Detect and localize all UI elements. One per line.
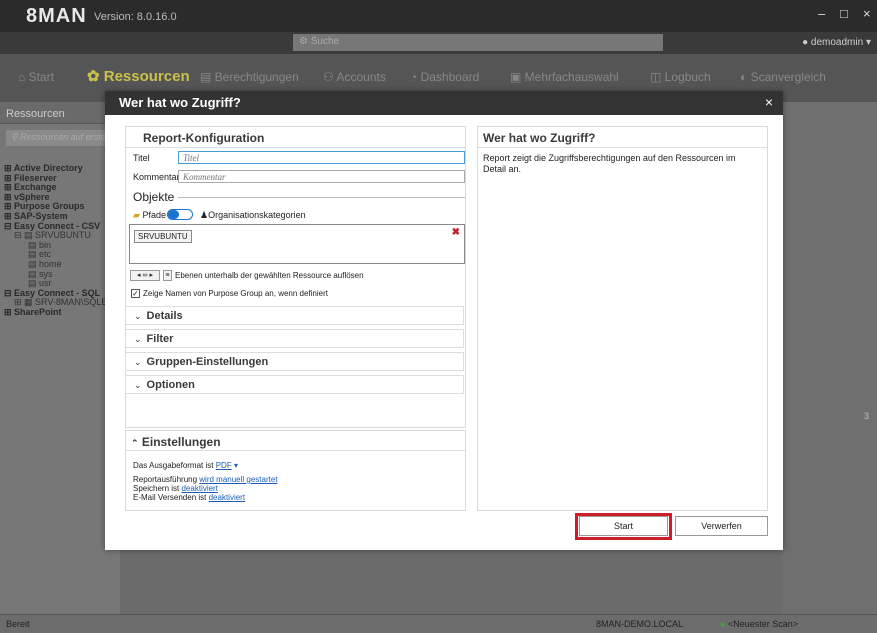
pfade-option[interactable]: ▰ Pfade bbox=[133, 210, 166, 221]
tree-item[interactable]: ⊞ vSphere bbox=[0, 193, 120, 203]
dialog-header: Wer hat wo Zugriff? × bbox=[105, 91, 783, 115]
format-link[interactable]: PDF bbox=[216, 461, 232, 470]
count-badge: 3 bbox=[863, 411, 869, 421]
minimize-icon[interactable]: – bbox=[818, 6, 825, 21]
divider bbox=[178, 197, 465, 198]
detail-pane: 3 bbox=[782, 102, 877, 614]
dialog-title: Wer hat wo Zugriff? bbox=[119, 95, 241, 110]
tree-item[interactable]: ⊞ Exchange bbox=[0, 183, 120, 193]
format-line: Das Ausgabeformat ist PDF ▾ bbox=[133, 461, 238, 470]
tree-item[interactable]: ⊞ SAP-System bbox=[0, 212, 120, 222]
kommentar-input[interactable] bbox=[178, 170, 465, 183]
tree-item[interactable]: ▤ usr bbox=[0, 279, 120, 289]
people-icon: ♟ bbox=[200, 210, 209, 220]
tree-item[interactable]: ⊟ ▤ SRVUBUNTU bbox=[0, 231, 120, 241]
nav-dashboard[interactable]: ◔ Dashboard bbox=[410, 70, 479, 84]
nav-mehrfachauswahl[interactable]: ▣ Mehrfachauswahl bbox=[510, 70, 619, 84]
depth-label: Ebenen unterhalb der gewählten Ressource… bbox=[175, 271, 364, 280]
section-optionen[interactable]: ⌄ Optionen bbox=[125, 375, 464, 394]
tree-item[interactable]: ⊞ ▦ SRV-8MAN\SQLE bbox=[0, 298, 120, 308]
depth-stepper[interactable]: ◂ ∞ ▸ bbox=[130, 270, 160, 281]
depth-reset-button[interactable]: ≡ bbox=[163, 270, 172, 281]
status-scan[interactable]: ● <Neuester Scan> bbox=[720, 619, 798, 629]
maximize-icon[interactable]: □ bbox=[840, 6, 848, 21]
objekte-heading: Objekte bbox=[133, 190, 175, 204]
tree-item[interactable]: ▤ etc bbox=[0, 250, 120, 260]
settings-title[interactable]: ⌃ Einstellungen bbox=[131, 435, 221, 449]
start-button[interactable]: Start bbox=[579, 516, 668, 536]
nav-berechtigungen[interactable]: ▤ Berechtigungen bbox=[200, 70, 299, 84]
section-gruppen-einstellungen[interactable]: ⌄ Gruppen-Einstellungen bbox=[125, 352, 464, 371]
tree-item[interactable]: ▤ bin bbox=[0, 241, 120, 251]
app-titlebar: 8MAN Version: 8.0.16.0 – □ × bbox=[0, 0, 877, 32]
mail-link[interactable]: deaktiviert bbox=[209, 493, 245, 502]
section-filter[interactable]: ⌄ Filter bbox=[125, 329, 464, 348]
status-text: Bereit bbox=[6, 619, 30, 629]
chevron-down-icon: ⌄ bbox=[134, 334, 142, 344]
status-domain[interactable]: 8MAN-DEMO.LOCAL bbox=[596, 619, 683, 629]
info-title: Wer hat wo Zugriff? bbox=[483, 131, 596, 145]
remove-object-icon[interactable]: ✖ bbox=[452, 227, 460, 238]
paths-categories-toggle[interactable] bbox=[167, 209, 193, 220]
object-list[interactable]: SRVUBUNTU ✖ bbox=[129, 224, 465, 264]
tree-item[interactable]: ⊞ SharePoint bbox=[0, 308, 120, 318]
resource-pane: Ressourcen ⚲ Ressourcen auf erste ⊞ Acti… bbox=[0, 102, 120, 614]
titel-label: Titel bbox=[133, 153, 150, 163]
info-panel: Wer hat wo Zugriff? Report zeigt die Zug… bbox=[477, 126, 768, 511]
close-icon[interactable]: × bbox=[765, 94, 773, 110]
org-categories-option[interactable]: ♟Organisationskategorien bbox=[200, 210, 306, 221]
tree-item[interactable]: ▤ sys bbox=[0, 270, 120, 280]
info-text: Report zeigt die Zugriffsberechtigungen … bbox=[483, 153, 736, 174]
nav-accounts[interactable]: ⚇ Accounts bbox=[323, 70, 386, 84]
tree-item[interactable]: ⊞ Active Directory bbox=[0, 164, 120, 174]
nav-start[interactable]: ⌂ Start bbox=[18, 70, 54, 84]
discard-button[interactable]: Verwerfen bbox=[675, 516, 768, 536]
close-window-icon[interactable]: × bbox=[863, 6, 871, 21]
tree-item[interactable]: ⊞ Purpose Groups bbox=[0, 202, 120, 212]
chevron-down-icon: ⌄ bbox=[134, 311, 142, 321]
kommentar-label: Kommentar bbox=[133, 172, 180, 182]
titel-input[interactable] bbox=[178, 151, 465, 164]
divider bbox=[478, 147, 767, 148]
chevron-up-icon: ⌃ bbox=[131, 438, 139, 448]
purpose-checkbox[interactable]: ✓ bbox=[131, 289, 140, 298]
chevron-down-icon: ⌄ bbox=[134, 357, 142, 367]
scan-ok-icon: ● bbox=[720, 619, 726, 629]
app-logo: 8MAN bbox=[26, 5, 87, 27]
execution-link[interactable]: wird manuell gestartet bbox=[199, 475, 277, 484]
section-details[interactable]: ⌄ Details bbox=[125, 306, 464, 325]
user-menu[interactable]: ● demoadmin ▾ bbox=[802, 37, 871, 48]
app-version: Version: 8.0.16.0 bbox=[94, 11, 177, 23]
nav-logbuch[interactable]: ◫ Logbuch bbox=[650, 70, 711, 84]
nav-ressourcen[interactable]: ✿ Ressourcen bbox=[87, 67, 190, 85]
divider bbox=[126, 147, 465, 148]
tree-item[interactable]: ▤ home bbox=[0, 260, 120, 270]
global-search-input[interactable]: ⚙ Suche bbox=[293, 34, 663, 51]
mail-line: E-Mail Versenden ist deaktiviert bbox=[133, 493, 246, 502]
report-dialog: Wer hat wo Zugriff? × Report-Konfigurati… bbox=[105, 91, 783, 550]
chevron-down-icon: ⌄ bbox=[134, 380, 142, 390]
resource-tree: ⊞ Active Directory ⊞ Fileserver ⊞ Exchan… bbox=[0, 164, 120, 318]
status-bar: Bereit 8MAN-DEMO.LOCAL ● <Neuester Scan> bbox=[0, 614, 877, 633]
dropdown-icon[interactable]: ▾ bbox=[234, 461, 238, 470]
purpose-label: Zeige Namen von Purpose Group an, wenn d… bbox=[143, 289, 328, 298]
search-row: ⚙ Suche ● demoadmin ▾ bbox=[0, 32, 877, 54]
report-config-title: Report-Konfiguration bbox=[143, 131, 265, 145]
tree-item[interactable]: ⊟ Easy Connect - SQL bbox=[0, 289, 120, 299]
execution-line: Reportausführung wird manuell gestartet bbox=[133, 475, 278, 484]
divider bbox=[126, 450, 465, 451]
folder-icon: ▰ bbox=[133, 210, 140, 220]
nav-scanvergleich[interactable]: ◐ Scanvergleich bbox=[740, 70, 826, 84]
object-tag[interactable]: SRVUBUNTU bbox=[134, 230, 192, 243]
tree-item[interactable]: ⊞ Fileserver bbox=[0, 174, 120, 184]
save-line: Speichern ist deaktiviert bbox=[133, 484, 218, 493]
tree-item[interactable]: ⊟ Easy Connect - CSV bbox=[0, 222, 120, 232]
resource-search-input[interactable]: ⚲ Ressourcen auf erste bbox=[6, 130, 114, 146]
save-link[interactable]: deaktiviert bbox=[181, 484, 217, 493]
resource-pane-title: Ressourcen bbox=[0, 102, 120, 124]
settings-panel: ⌃ Einstellungen Das Ausgabeformat ist PD… bbox=[125, 430, 466, 511]
